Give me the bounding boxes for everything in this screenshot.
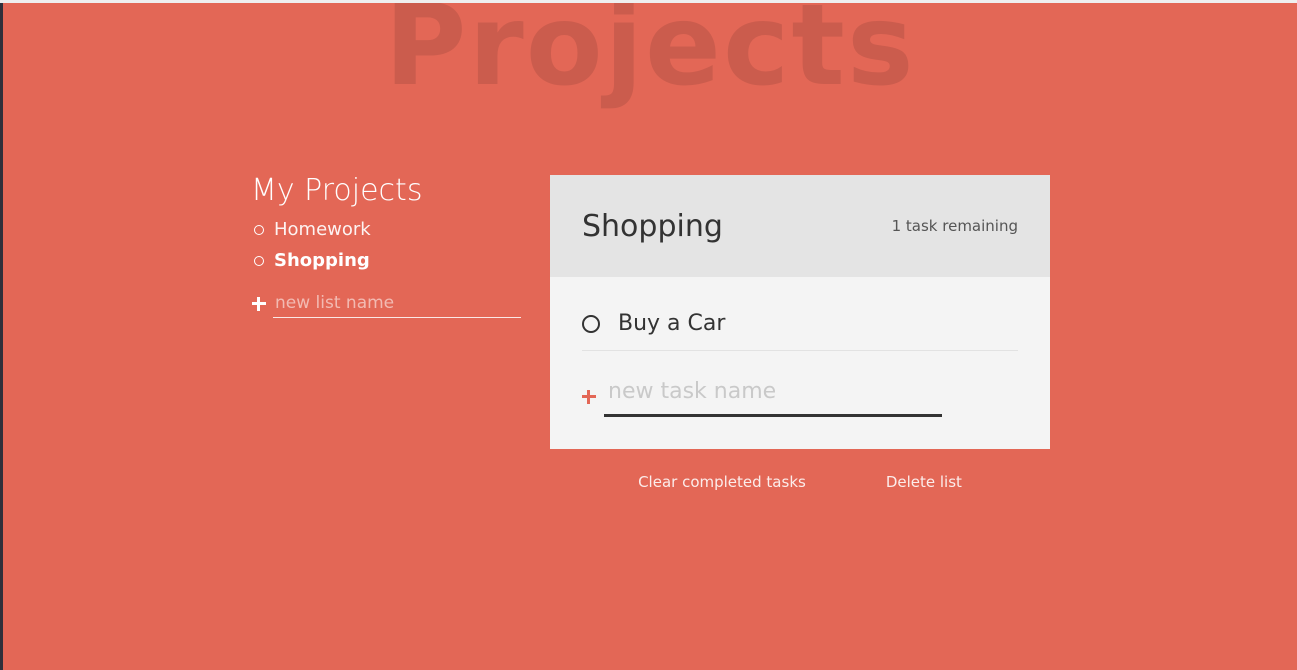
circle-icon (254, 224, 264, 235)
plus-icon[interactable] (251, 296, 267, 312)
list-header: Shopping 1 task remaining (550, 175, 1050, 277)
list-title: Shopping (582, 208, 723, 244)
task-item[interactable]: Buy a Car (582, 297, 1018, 351)
clear-completed-button[interactable]: Clear completed tasks (638, 473, 806, 491)
sidebar-item-shopping[interactable]: Shopping (251, 250, 521, 271)
task-count: 1 task remaining (891, 217, 1018, 235)
new-list-form (251, 289, 521, 318)
todo-list-panel: Shopping 1 task remaining Buy a Car (550, 175, 1050, 449)
list-actions: Clear completed tasks Delete list (550, 473, 1050, 491)
sidebar-item-label: Shopping (274, 250, 370, 271)
page-title-watermark: Projects (384, 3, 916, 111)
list-body: Buy a Car (550, 277, 1050, 449)
sidebar-item-homework[interactable]: Homework (251, 219, 521, 240)
circle-icon (254, 255, 264, 266)
sidebar-title: My Projects (251, 173, 423, 208)
new-task-form (582, 377, 1018, 417)
new-task-input[interactable] (604, 377, 942, 417)
project-list: Homework Shopping (251, 219, 521, 271)
plus-icon[interactable] (582, 390, 596, 404)
new-list-input[interactable] (273, 289, 521, 318)
delete-list-button[interactable]: Delete list (886, 473, 962, 491)
projects-sidebar: My Projects Homework Shopping (251, 173, 521, 318)
todo-app: Projects My Projects Homework Shopping S… (3, 3, 1297, 670)
task-label[interactable]: Buy a Car (618, 311, 725, 336)
task-checkbox-circle-icon[interactable] (582, 314, 600, 333)
sidebar-item-label: Homework (274, 219, 371, 240)
